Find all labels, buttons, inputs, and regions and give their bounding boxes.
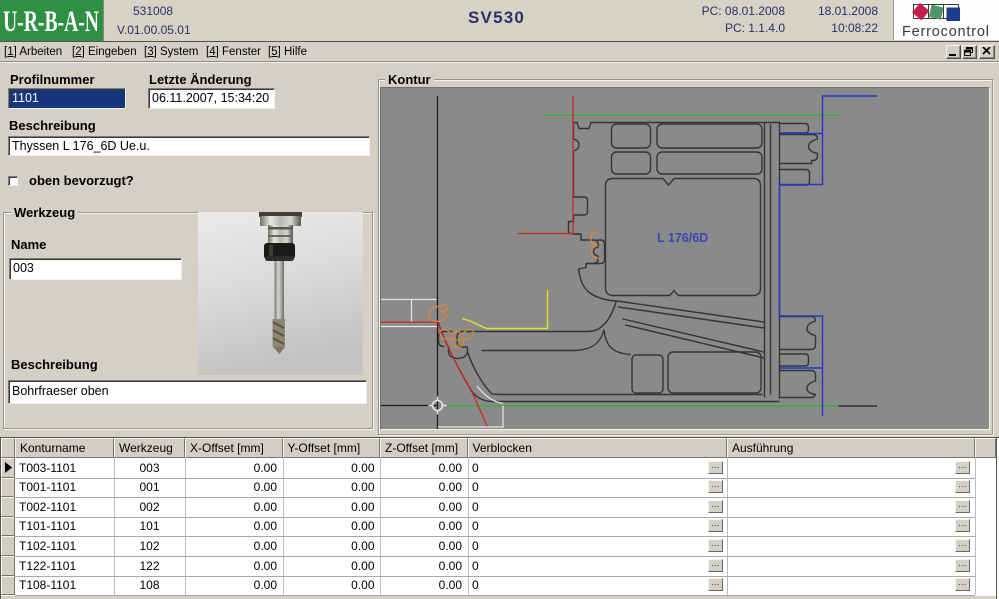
- svg-text:U-R-B-A-N: U-R-B-A-N: [3, 5, 99, 38]
- svg-text:L 176/6D: L 176/6D: [657, 231, 708, 245]
- svg-text:Ferrocontrol: Ferrocontrol: [902, 24, 990, 40]
